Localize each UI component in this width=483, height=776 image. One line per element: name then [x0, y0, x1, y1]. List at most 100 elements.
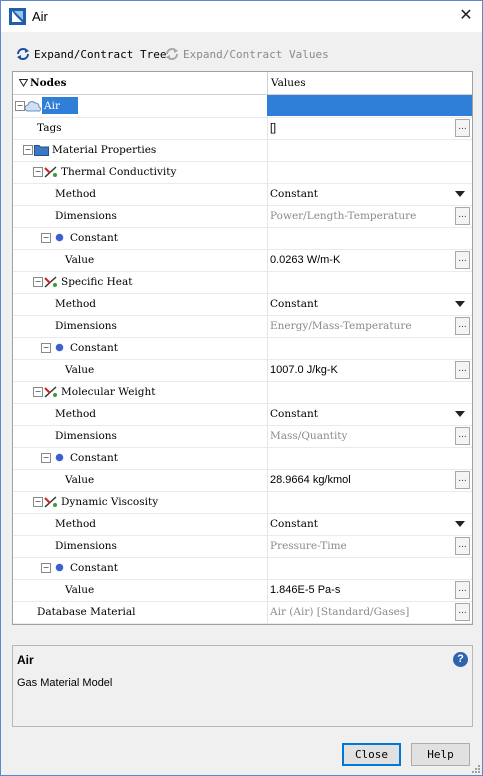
tree-row-method[interactable]: Method Constant — [13, 183, 472, 206]
value-cell — [267, 337, 472, 359]
node-label: Method — [55, 188, 96, 200]
tree-row-dimensions[interactable]: Dimensions Energy/Mass-Temperature ... — [13, 315, 472, 338]
expand-contract-tree-label: Expand/Contract Tree — [34, 47, 167, 61]
tree-row-molecular-weight[interactable]: − Molecular Weight — [13, 381, 472, 404]
edit-value-button[interactable]: ... — [455, 581, 470, 599]
collapse-icon[interactable]: − — [23, 145, 33, 155]
edit-database-material-button[interactable]: ... — [455, 603, 470, 621]
expand-contract-values-label: Expand/Contract Values — [183, 47, 329, 61]
tree-row-database-material[interactable]: Database Material Air (Air) [Standard/Ga… — [13, 601, 472, 624]
dimensions-value: Mass/Quantity — [270, 430, 348, 442]
tree-row-thermal-conductivity[interactable]: − Thermal Conductivity — [13, 161, 472, 184]
value-cell[interactable]: Energy/Mass-Temperature ... — [267, 315, 472, 337]
tree-row-dimensions[interactable]: Dimensions Mass/Quantity ... — [13, 425, 472, 448]
node-label: Constant — [70, 342, 118, 354]
sort-caret-icon[interactable] — [19, 79, 28, 87]
tree-row-value[interactable]: Value 0.0263 W/m-K ... — [13, 249, 472, 272]
tree-row-specific-heat[interactable]: − Specific Heat — [13, 271, 472, 294]
edit-tags-button[interactable]: ... — [455, 119, 470, 137]
method-dropdown[interactable]: Constant — [267, 513, 472, 535]
resize-grip-icon[interactable] — [470, 763, 480, 773]
dialog-window: Air ✕ Expand/Contract Tree Expand/Contra… — [0, 0, 483, 776]
property-tool-icon — [44, 496, 57, 508]
tree-row-value[interactable]: Value 1007.0 J/kg-K ... — [13, 359, 472, 382]
tree-row-constant[interactable]: − Constant — [13, 447, 472, 470]
value-cell[interactable]: 1.846E-5 Pa-s ... — [267, 579, 472, 601]
node-label: Dimensions — [55, 540, 117, 552]
edit-dimensions-button[interactable]: ... — [455, 207, 470, 225]
tree-row-method[interactable]: Method Constant — [13, 403, 472, 426]
collapse-icon[interactable]: − — [33, 277, 43, 287]
value-cell — [267, 557, 472, 579]
help-icon[interactable]: ? — [453, 652, 468, 667]
tree-row-dimensions[interactable]: Dimensions Power/Length-Temperature ... — [13, 205, 472, 228]
expand-contract-tree-button[interactable]: Expand/Contract Tree — [15, 45, 166, 63]
edit-dimensions-button[interactable]: ... — [455, 537, 470, 555]
tree-row-air[interactable]: − Air — [13, 95, 472, 118]
description-title: Air — [17, 653, 34, 667]
collapse-icon[interactable]: − — [41, 233, 51, 243]
refresh-icon — [17, 48, 29, 60]
method-value: Constant — [270, 188, 318, 200]
tree-row-constant[interactable]: − Constant — [13, 557, 472, 580]
edit-value-button[interactable]: ... — [455, 251, 470, 269]
collapse-icon[interactable]: − — [41, 563, 51, 573]
edit-dimensions-button[interactable]: ... — [455, 427, 470, 445]
dropdown-arrow-icon[interactable] — [455, 191, 465, 197]
selection-highlight — [267, 95, 472, 116]
close-button[interactable]: Close — [342, 743, 401, 766]
dimensions-value: Energy/Mass-Temperature — [270, 320, 412, 332]
edit-value-button[interactable]: ... — [455, 361, 470, 379]
value-cell — [267, 161, 472, 183]
tree-row-dimensions[interactable]: Dimensions Pressure-Time ... — [13, 535, 472, 558]
value-text: 1.846E-5 Pa-s — [270, 584, 341, 596]
expand-contract-values-button[interactable]: Expand/Contract Values — [164, 45, 329, 63]
tree-row-value[interactable]: Value 28.9664 kg/kmol ... — [13, 469, 472, 492]
collapse-icon[interactable]: − — [15, 101, 25, 111]
value-cell — [267, 491, 472, 513]
window-title: Air — [32, 9, 48, 24]
value-cell[interactable]: 28.9664 kg/kmol ... — [267, 469, 472, 491]
node-label: Value — [65, 474, 95, 486]
collapse-icon[interactable]: − — [33, 167, 43, 177]
value-cell[interactable]: Air (Air) [Standard/Gases] ... — [267, 601, 472, 623]
tree-row-constant[interactable]: − Constant — [13, 227, 472, 250]
node-label: Specific Heat — [61, 276, 133, 288]
value-cell[interactable]: Pressure-Time ... — [267, 535, 472, 557]
tree-row-constant[interactable]: − Constant — [13, 337, 472, 360]
method-dropdown[interactable]: Constant — [267, 293, 472, 315]
tree-row-tags[interactable]: Tags [] ... — [13, 117, 472, 140]
title-bar[interactable]: Air ✕ — [1, 1, 482, 32]
tree-row-dynamic-viscosity[interactable]: − Dynamic Viscosity — [13, 491, 472, 514]
collapse-icon[interactable]: − — [33, 497, 43, 507]
collapse-icon[interactable]: − — [33, 387, 43, 397]
column-divider[interactable] — [267, 72, 268, 94]
value-cell[interactable]: [] ... — [267, 117, 472, 139]
tree-row-method[interactable]: Method Constant — [13, 293, 472, 316]
tree-row-value[interactable]: Value 1.846E-5 Pa-s ... — [13, 579, 472, 602]
value-cell[interactable]: 1007.0 J/kg-K ... — [267, 359, 472, 381]
close-window-icon[interactable]: ✕ — [456, 6, 476, 26]
collapse-icon[interactable]: − — [41, 343, 51, 353]
dropdown-arrow-icon[interactable] — [455, 411, 465, 417]
collapse-icon[interactable]: − — [41, 453, 51, 463]
nodes-column-header[interactable]: Nodes — [30, 77, 67, 89]
help-button[interactable]: Help — [411, 743, 470, 766]
dropdown-arrow-icon[interactable] — [455, 521, 465, 527]
value-cell[interactable]: Mass/Quantity ... — [267, 425, 472, 447]
method-dropdown[interactable]: Constant — [267, 183, 472, 205]
tree-row-material-properties[interactable]: − Material Properties — [13, 139, 472, 162]
value-cell[interactable]: Power/Length-Temperature ... — [267, 205, 472, 227]
node-label: Method — [55, 298, 96, 310]
method-value: Constant — [270, 298, 318, 310]
node-label: Dynamic Viscosity — [61, 496, 159, 508]
method-dropdown[interactable]: Constant — [267, 403, 472, 425]
value-text: 1007.0 J/kg-K — [270, 364, 338, 376]
dropdown-arrow-icon[interactable] — [455, 301, 465, 307]
toolbar: Expand/Contract Tree Expand/Contract Val… — [1, 41, 482, 67]
edit-dimensions-button[interactable]: ... — [455, 317, 470, 335]
value-cell[interactable]: 0.0263 W/m-K ... — [267, 249, 472, 271]
edit-value-button[interactable]: ... — [455, 471, 470, 489]
values-column-header[interactable]: Values — [271, 77, 306, 89]
tree-row-method[interactable]: Method Constant — [13, 513, 472, 536]
